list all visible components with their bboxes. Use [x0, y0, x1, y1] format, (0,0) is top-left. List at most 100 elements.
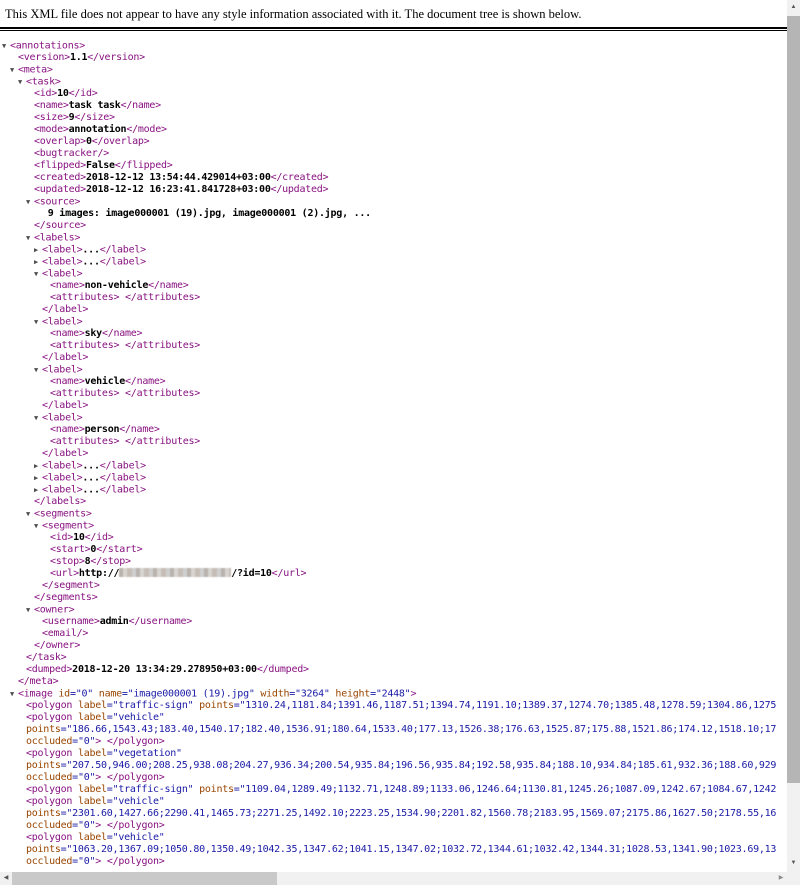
- xml-line: occluded="0"> </polygon>: [0, 820, 787, 832]
- xml-attr-name: occluded: [26, 856, 72, 867]
- xml-line: 9 images: image000001 (19).jpg, image000…: [0, 208, 787, 220]
- collapse-arrow-icon[interactable]: ▼: [26, 196, 34, 208]
- xml-line: </labels>: [0, 496, 787, 508]
- xml-attr-value: ="vehicle": [107, 712, 165, 723]
- xml-line: ▼<labels>: [0, 232, 787, 244]
- xml-tag: </attributes>: [125, 292, 200, 303]
- xml-tag: </label>: [42, 352, 88, 363]
- xml-line: <username>admin</username>: [0, 616, 787, 628]
- collapse-arrow-icon[interactable]: ▼: [26, 604, 34, 616]
- horizontal-scrollbar-thumb[interactable]: [12, 872, 277, 885]
- expand-arrow-icon[interactable]: ▶: [34, 460, 42, 472]
- xml-line: points="1063.20,1367.09;1050.80,1350.49;…: [0, 844, 787, 856]
- xml-tag: </size>: [74, 112, 114, 123]
- xml-attr-value: ="2301.60,1427.66;2290.41,1465.73;2271.2…: [61, 808, 777, 819]
- xml-attr-name: occluded: [26, 820, 72, 831]
- xml-tag: <id>: [50, 532, 73, 543]
- xml-tag: </segment>: [42, 580, 100, 591]
- xml-line: <name>non-vehicle</name>: [0, 280, 787, 292]
- collapse-arrow-icon[interactable]: ▼: [34, 364, 42, 376]
- vertical-scrollbar[interactable]: ▲ ▼: [787, 0, 800, 872]
- xml-tag: <labels>: [34, 233, 80, 244]
- xml-line: <mode>annotation</mode>: [0, 124, 787, 136]
- xml-attr-name: points: [26, 808, 61, 819]
- expand-arrow-icon[interactable]: ▶: [34, 472, 42, 484]
- xml-tag: </label>: [100, 461, 146, 472]
- xml-tag: </owner>: [34, 640, 80, 651]
- expand-arrow-icon[interactable]: ▶: [34, 484, 42, 496]
- xml-line: </label>: [0, 352, 787, 364]
- xml-tag: </url>: [272, 568, 307, 579]
- xml-tag: </version>: [87, 52, 145, 63]
- xml-text: /?id=10: [231, 568, 271, 579]
- collapse-arrow-icon[interactable]: ▼: [34, 316, 42, 328]
- xml-tag: </attributes>: [125, 340, 200, 351]
- xml-tag: </label>: [100, 245, 146, 256]
- xml-attr-value: ="0": [72, 772, 95, 783]
- xml-line: </label>: [0, 304, 787, 316]
- xml-tag: </mode>: [126, 124, 166, 135]
- xml-tag: </name>: [121, 100, 161, 111]
- collapse-arrow-icon[interactable]: ▼: [34, 412, 42, 424]
- xml-attr-name: points: [26, 724, 61, 735]
- xml-tag: <dumped>: [26, 664, 72, 675]
- xml-line: <polygon label="vehicle": [0, 796, 787, 808]
- xml-attr-value: ="vegetation": [107, 748, 182, 759]
- xml-tag: <mode>: [34, 124, 69, 135]
- xml-line: ▶<label>...</label>: [0, 256, 787, 268]
- xml-attr-value: ="207.50,946.00;208.25,938.08;204.27,936…: [61, 760, 777, 771]
- xml-attr-value: ="1063.20,1367.09;1050.80,1350.49;1042.3…: [61, 844, 777, 855]
- xml-text: 10: [57, 88, 69, 99]
- collapse-arrow-icon[interactable]: ▼: [18, 76, 26, 88]
- xml-tag: </created>: [271, 172, 329, 183]
- collapse-arrow-icon[interactable]: ▼: [34, 268, 42, 280]
- xml-tag: </label>: [42, 448, 88, 459]
- xml-tag: <stop>: [50, 556, 85, 567]
- xml-tag: <updated>: [34, 184, 86, 195]
- scroll-down-icon[interactable]: ▼: [787, 855, 800, 872]
- xml-line: <attributes> </attributes>: [0, 292, 787, 304]
- scroll-left-icon[interactable]: ◀: [0, 872, 12, 885]
- xml-tag: <label>: [42, 317, 82, 328]
- collapse-arrow-icon[interactable]: ▼: [26, 232, 34, 244]
- xml-tag: <polygon: [26, 748, 72, 759]
- vertical-scrollbar-thumb[interactable]: [787, 16, 800, 783]
- xml-attr-name: width: [255, 689, 290, 700]
- xml-line: <stop>8</stop>: [0, 556, 787, 568]
- xml-line: <dumped>2018-12-20 13:34:29.278950+03:00…: [0, 664, 787, 676]
- scroll-up-icon[interactable]: ▲: [787, 0, 800, 15]
- xml-text: 10: [73, 532, 85, 543]
- xml-text: 1.1: [70, 52, 87, 63]
- collapse-arrow-icon[interactable]: ▼: [10, 64, 18, 76]
- scroll-right-icon[interactable]: ▶: [775, 872, 787, 885]
- xml-tag: <label>: [42, 245, 82, 256]
- xml-attr-name: id: [53, 689, 70, 700]
- xml-tag: </username>: [129, 616, 192, 627]
- xml-tag: </name>: [125, 376, 165, 387]
- horizontal-scrollbar[interactable]: ◀ ▶: [0, 872, 787, 885]
- xml-tag: <username>: [42, 616, 100, 627]
- separator-rule: [0, 27, 787, 31]
- collapse-arrow-icon[interactable]: ▼: [34, 520, 42, 532]
- collapse-arrow-icon[interactable]: ▼: [2, 40, 10, 52]
- xml-tag: <label>: [42, 269, 82, 280]
- xml-tag: </start>: [96, 544, 142, 555]
- xml-tag: <name>: [34, 100, 69, 111]
- xml-tag: </task>: [26, 652, 66, 663]
- xml-line: points="207.50,946.00;208.25,938.08;204.…: [0, 760, 787, 772]
- xml-tag: <owner>: [34, 605, 74, 616]
- xml-line: <email/>: [0, 628, 787, 640]
- xml-tag: <name>: [50, 424, 85, 435]
- xml-line: occluded="0"> </polygon>: [0, 736, 787, 748]
- xml-text: annotation: [69, 124, 127, 135]
- collapse-arrow-icon[interactable]: ▼: [26, 508, 34, 520]
- xml-line: <version>1.1</version>: [0, 52, 787, 64]
- xml-tag: </flipped>: [115, 160, 173, 171]
- expand-arrow-icon[interactable]: ▶: [34, 244, 42, 256]
- collapse-arrow-icon[interactable]: ▼: [10, 688, 18, 700]
- xml-attr-value: ="186.66,1543.43;183.40,1540.17;182.40,1…: [61, 724, 777, 735]
- expand-arrow-icon[interactable]: ▶: [34, 256, 42, 268]
- xml-tag: <name>: [50, 328, 85, 339]
- xml-attr-name: height: [330, 689, 370, 700]
- xml-tag: </label>: [42, 400, 88, 411]
